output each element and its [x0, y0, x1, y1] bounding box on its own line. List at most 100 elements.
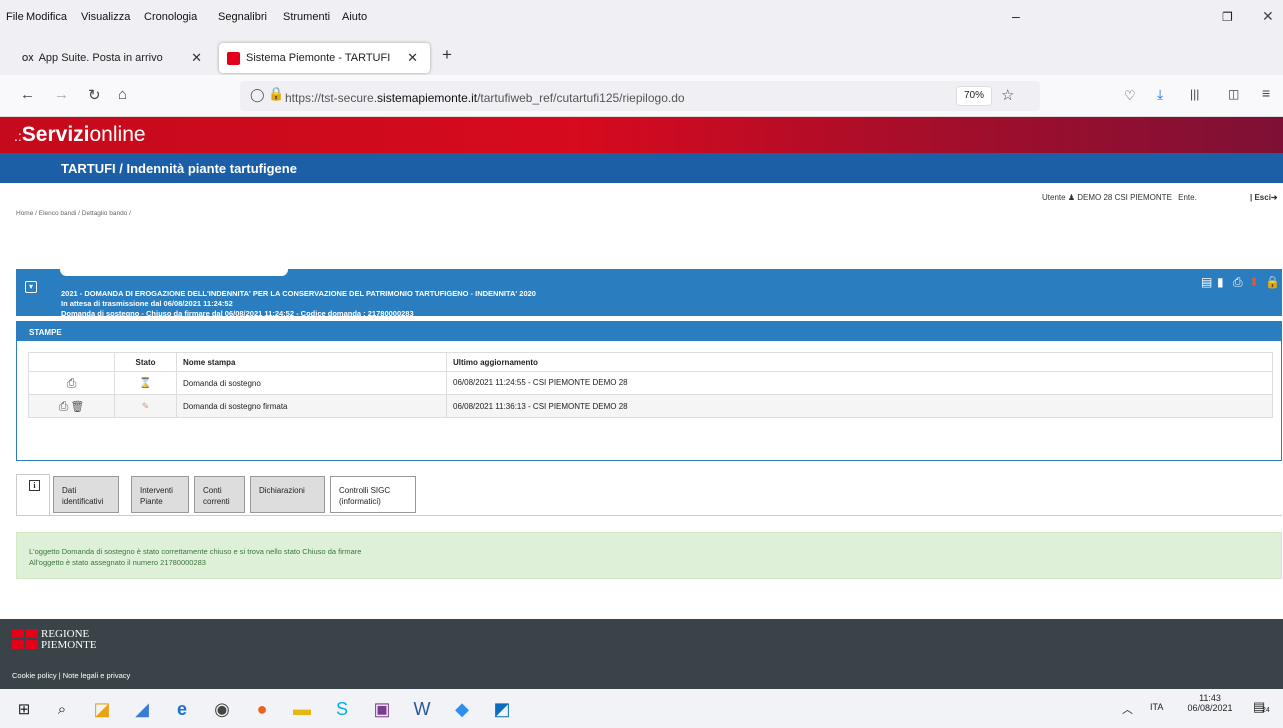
zoom-level[interactable]: 70% [956, 86, 992, 106]
app-icon[interactable]: ◢ [130, 697, 154, 721]
minimize-icon[interactable]: – [1012, 8, 1020, 24]
footer-links[interactable]: Cookie policy | Note legali e privacy [12, 671, 130, 680]
taskbar: ⊞ ⌕ ◪ ◢ e ◉ ● ▬ S ▣ W ◆ ◩ ︿ ITA 11:43 06/… [0, 689, 1283, 728]
footer: REGIONE PIEMONTE Cookie policy | Note leg… [0, 619, 1283, 689]
shield-icon[interactable]: ◯ [250, 87, 265, 103]
close-tab-icon[interactable]: ✕ [191, 50, 202, 66]
stato-cell: ⌛ [114, 371, 177, 395]
message-line: L'oggetto Domanda di sostegno è stato co… [29, 547, 362, 556]
lock-icon[interactable]: 🔒 [1265, 275, 1280, 289]
menu-strumenti[interactable]: Strumenti [283, 11, 330, 23]
new-tab-icon[interactable]: + [442, 45, 452, 65]
bookmark-star-icon[interactable]: ☆ [1001, 86, 1014, 104]
app-icon[interactable]: ▣ [370, 697, 394, 721]
language-indicator[interactable]: ITA [1150, 702, 1163, 712]
browser-tab-tartufi[interactable]: Sistema Piemonte - TARTUFI ✕ [219, 43, 430, 73]
user-info: Utente ♟ DEMO 28 CSI PIEMONTE Ente. [1042, 193, 1197, 202]
menu-aiuto[interactable]: Aiuto [342, 11, 367, 23]
pocket-icon[interactable]: ♡ [1124, 88, 1136, 104]
app-icon[interactable]: ◆ [450, 697, 474, 721]
exit-icon: ➜ [1270, 193, 1278, 202]
col-aggiornamento: Ultimo aggiornamento [446, 352, 1273, 372]
menu-visualizza[interactable]: Visualizza [81, 11, 130, 23]
col-stato: Stato [114, 352, 177, 372]
print-icon[interactable]: ⎙ [67, 376, 77, 390]
reload-icon[interactable]: ↻ [88, 86, 101, 104]
chevron-up-icon[interactable]: ︿ [1122, 701, 1133, 717]
menu-bar: File Modifica Visualizza Cronologia Segn… [0, 0, 1283, 36]
servizionline-logo[interactable]: .:Servizionline [14, 123, 146, 147]
back-icon[interactable]: ← [20, 86, 35, 103]
url-text[interactable]: https://tst-secure.sistemapiemonte.it/ta… [285, 91, 685, 105]
tab-label: Dichiarazioni [259, 486, 305, 495]
breadcrumb[interactable]: Home / Elenco bandi / Dettaglio bando / [16, 210, 131, 217]
region-line: PIEMONTE [41, 639, 97, 651]
menu-file[interactable]: File [6, 11, 24, 23]
logout-label: | Esci [1250, 193, 1271, 202]
row-actions: ⎙ 🗑 [28, 394, 115, 418]
tab-controlli-sigc[interactable]: Controlli SIGC (informatici) [330, 476, 416, 513]
lock-icon[interactable]: 🔒 [268, 86, 284, 102]
menu-segnalibri[interactable]: Segnalibri [218, 11, 267, 23]
tab-interventi-piante[interactable]: Interventi Piante [131, 476, 189, 513]
tab-label: Piante [140, 497, 163, 506]
url-domain: sistemapiemonte.it [377, 91, 478, 105]
forward-icon[interactable]: → [54, 86, 69, 103]
redacted-area [633, 378, 794, 388]
clock-time: 11:43 [1199, 693, 1221, 703]
url-path: /tartufiweb_ref/cutartufi125/riepilogo.d… [477, 91, 685, 105]
notification-count: 24 [1262, 707, 1270, 714]
servizionline-banner: .:Servizionline [0, 117, 1283, 153]
table-header-row: Stato Nome stampa Ultimo aggiornamento [28, 352, 1273, 372]
close-tab-icon[interactable]: ✕ [407, 50, 418, 66]
ox-icon: OX [22, 53, 34, 63]
clock[interactable]: 11:43 06/08/2021 [1185, 693, 1235, 713]
tab-label: Conti [203, 486, 222, 495]
document-icon[interactable]: ▮ [1217, 275, 1224, 289]
aggiornamento: 06/08/2021 11:24:55 - CSI PIEMONTE DEMO … [453, 378, 628, 388]
home-icon[interactable]: ⌂ [118, 86, 127, 103]
tab-dichiarazioni[interactable]: Dichiarazioni [250, 476, 325, 513]
app-icon[interactable]: ◉ [210, 697, 234, 721]
word-icon[interactable]: W [410, 697, 434, 721]
menu-hamburger-icon[interactable]: ≡ [1262, 85, 1270, 101]
tab-label: Dati [62, 486, 77, 495]
tab-label: Interventi [140, 486, 173, 495]
print-icon[interactable]: ⎙ [59, 399, 69, 413]
trash-icon[interactable]: 🗑 [70, 401, 84, 413]
library-icon[interactable]: ||| [1190, 87, 1199, 101]
list-icon[interactable]: ▤ [1201, 275, 1212, 289]
close-window-icon[interactable]: ✕ [1262, 8, 1274, 25]
menu-modifica[interactable]: Modifica [26, 11, 67, 23]
logo-dots: .: [14, 128, 22, 144]
bando-title: 2021 - DOMANDA DI EROGAZIONE DELL'INDENN… [61, 289, 536, 298]
tab-conti-correnti[interactable]: Conti correnti [194, 476, 245, 513]
user-icon: ♟ [1067, 193, 1075, 202]
export-icon[interactable]: ⬍ [1249, 275, 1259, 289]
tab-dati-identificativi[interactable]: Dati identificativi [53, 476, 119, 513]
windows-start-icon[interactable]: ⊞ [12, 697, 36, 721]
file-explorer-icon[interactable]: ▬ [290, 697, 314, 721]
nome-stampa: Domanda di sostegno [176, 371, 447, 395]
menu-cronologia[interactable]: Cronologia [144, 11, 197, 23]
col-nome: Nome stampa [176, 352, 447, 372]
col-actions [28, 352, 115, 372]
firefox-icon[interactable]: ● [250, 697, 274, 721]
collapse-icon[interactable]: ▾ [25, 281, 37, 293]
tab-info[interactable]: i [16, 474, 50, 515]
skype-icon[interactable]: S [330, 697, 354, 721]
photos-icon[interactable]: ◩ [490, 697, 514, 721]
detail-tabs: i Dati identificativi Interventi Piante Co… [16, 474, 436, 515]
stampe-table: Stato Nome stampa Ultimo aggiornamento ⎙… [28, 352, 1273, 418]
download-icon[interactable]: ⤓ [1157, 86, 1163, 103]
print-icon[interactable]: ⎙ [1233, 275, 1243, 290]
sidebar-icon[interactable]: ◫ [1228, 87, 1239, 101]
search-icon[interactable]: ⌕ [50, 697, 74, 721]
browser-tab-mail[interactable]: OX App Suite. Posta in arrivo ✕ [14, 43, 214, 73]
app-icon[interactable]: ◪ [90, 697, 114, 721]
redacted-area [60, 263, 288, 276]
logout-link[interactable]: | Esci➜ [1250, 193, 1278, 202]
tabs-divider [16, 515, 1282, 516]
edge-icon[interactable]: e [170, 697, 194, 721]
restore-icon[interactable]: ❐ [1222, 10, 1233, 24]
